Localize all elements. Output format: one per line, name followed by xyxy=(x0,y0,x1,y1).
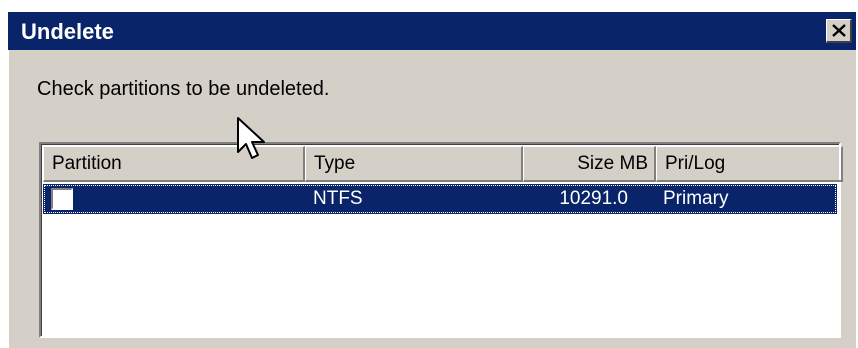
close-button[interactable] xyxy=(826,19,852,43)
instruction-text: Check partitions to be undeleted. xyxy=(37,78,330,100)
cell-pri-log: Primary xyxy=(663,188,729,209)
partition-list[interactable]: Partition Type Size MB Pri/Log NTFS 1029… xyxy=(39,142,843,338)
cell-size: 10291.0 xyxy=(559,188,628,209)
close-icon xyxy=(831,24,846,37)
column-header-size[interactable]: Size MB xyxy=(523,146,656,182)
window-title: Undelete xyxy=(21,19,114,44)
title-bar[interactable]: Undelete xyxy=(8,12,856,50)
cell-type: NTFS xyxy=(313,188,363,209)
mouse-pointer-icon xyxy=(237,117,265,159)
column-header-type[interactable]: Type xyxy=(305,146,523,182)
column-header-pri-log[interactable]: Pri/Log xyxy=(656,146,843,182)
undelete-dialog: Undelete Check partitions to be undelete… xyxy=(8,12,856,348)
list-header: Partition Type Size MB Pri/Log xyxy=(43,146,843,182)
partition-checkbox[interactable] xyxy=(51,188,73,210)
table-row[interactable]: NTFS 10291.0 Primary xyxy=(43,184,837,214)
